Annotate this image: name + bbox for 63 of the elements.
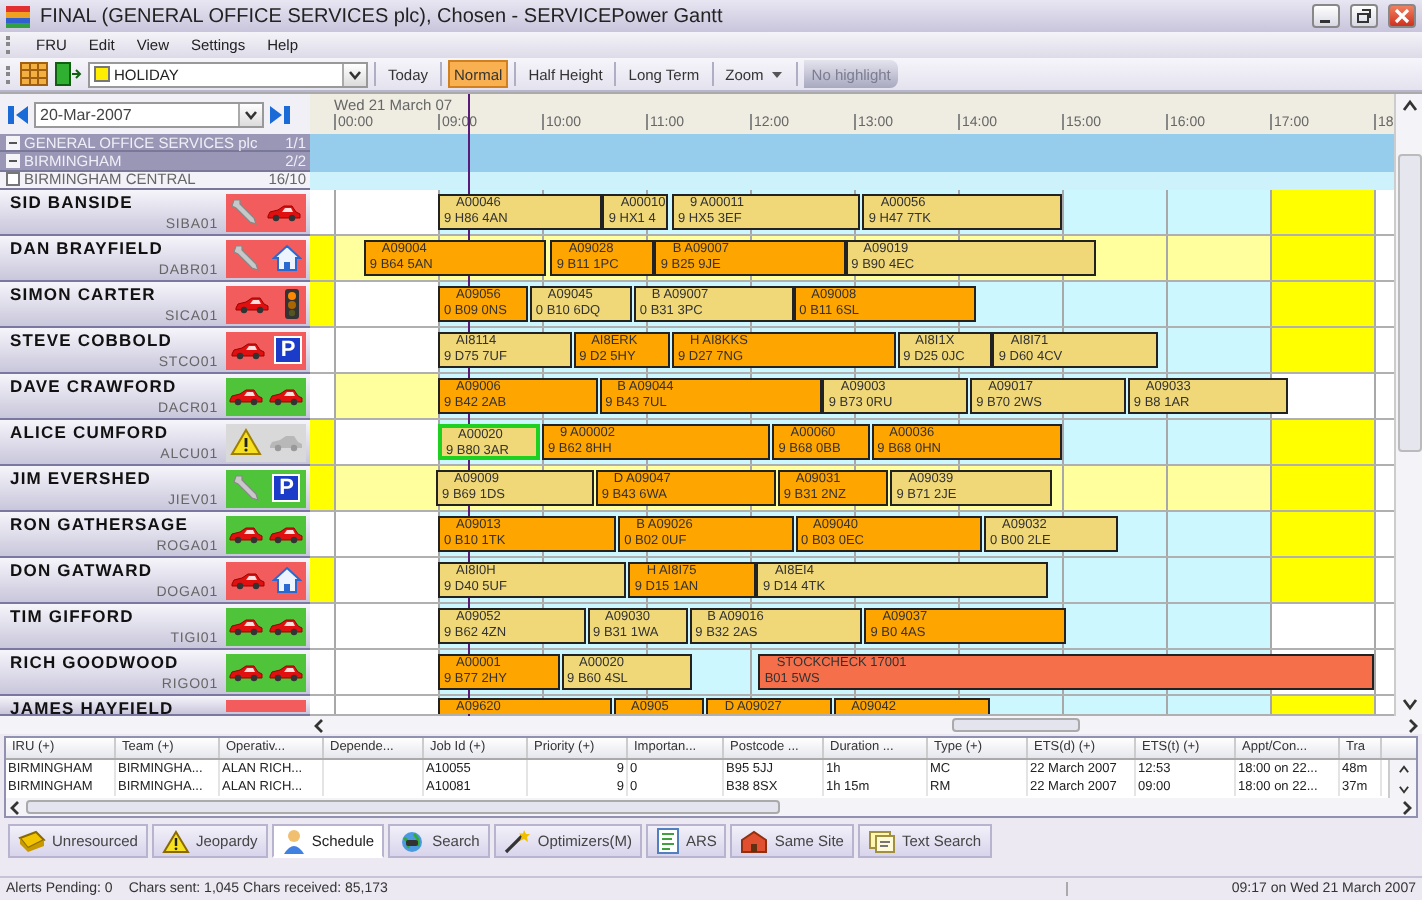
parking-sign: P: [272, 474, 301, 503]
technician-name: DON GATWARD: [10, 559, 153, 580]
car-icon: [228, 617, 264, 636]
vertical-scrollbar[interactable]: [1388, 760, 1416, 798]
technician-name: RON GATHERSAGE: [10, 513, 188, 534]
warning-icon: [161, 829, 190, 853]
technician-name: RICH GOODWOOD: [10, 651, 179, 672]
next-icon[interactable]: [268, 103, 290, 125]
wrench-icon: [229, 198, 260, 227]
document-icon: [655, 828, 680, 854]
caret-icon: [348, 69, 362, 79]
checkbox[interactable]: [6, 172, 20, 187]
car-icon: [268, 525, 304, 544]
car-icon: [268, 387, 304, 406]
door-icon[interactable]: [54, 62, 82, 86]
wand-icon: [503, 829, 532, 853]
horizontal-scrollbar[interactable]: [310, 716, 1422, 734]
close-icon: [1394, 8, 1410, 24]
car-icon: [228, 663, 264, 682]
technician-name: STEVE COBBOLD: [10, 329, 173, 350]
horizontal-scrollbar[interactable]: [6, 798, 1416, 816]
collapse-icon[interactable]: [6, 153, 20, 168]
technician-name: SID BANSIDE: [10, 191, 133, 212]
caret-icon: [769, 69, 784, 79]
house-icon: [271, 244, 301, 273]
globe-icon: [398, 829, 427, 853]
technician-name: DAVE CRAWFORD: [10, 375, 177, 396]
app-icon: [6, 5, 30, 27]
car-icon: [266, 203, 303, 222]
technician-name: TIM GIFFORD: [10, 605, 134, 626]
car-icon: [233, 295, 269, 314]
parking-sign: P: [274, 336, 302, 365]
date-dropdown[interactable]: 20-Mar-2007: [34, 101, 264, 127]
car-icon: [230, 341, 266, 360]
restore-icon: [1356, 8, 1372, 24]
warning-icon: [229, 428, 261, 457]
wrench-icon: [231, 474, 262, 503]
technician-name: SIMON CARTER: [10, 283, 156, 304]
car-icon: [229, 571, 266, 590]
technician-name: JAMES HAYFIELD: [10, 697, 174, 716]
close-button[interactable]: [1388, 4, 1416, 28]
vertical-scrollbar[interactable]: [1394, 94, 1422, 716]
technician-name: ALICE CUMFORD: [10, 421, 169, 442]
previous-icon[interactable]: [8, 103, 30, 125]
traffic-light-icon: [283, 288, 299, 321]
technician-name: JIM EVERSHED: [10, 467, 151, 488]
notes-icon: [867, 829, 896, 853]
window-title: FINAL (GENERAL OFFICE SERVICES plc), Chosen - SERVICEPower Gantt: [40, 5, 723, 27]
house-icon: [272, 566, 303, 595]
technician-cell[interactable]: JAMES HAYFIELD: [0, 695, 310, 716]
technician-name: DAN BRAYFIELD: [10, 237, 163, 258]
car-icon: [228, 387, 264, 406]
car-icon: [228, 525, 264, 544]
car-icon: [268, 617, 304, 636]
restore-button[interactable]: [1350, 4, 1378, 28]
car-icon: [268, 663, 304, 682]
wrench-icon: [231, 244, 261, 273]
person-icon: [281, 828, 306, 854]
collapse-icon[interactable]: [6, 135, 20, 150]
minimize-button[interactable]: [1312, 4, 1340, 28]
caret-icon: [244, 109, 258, 119]
building-icon: [740, 829, 769, 853]
car-icon: [267, 433, 303, 452]
